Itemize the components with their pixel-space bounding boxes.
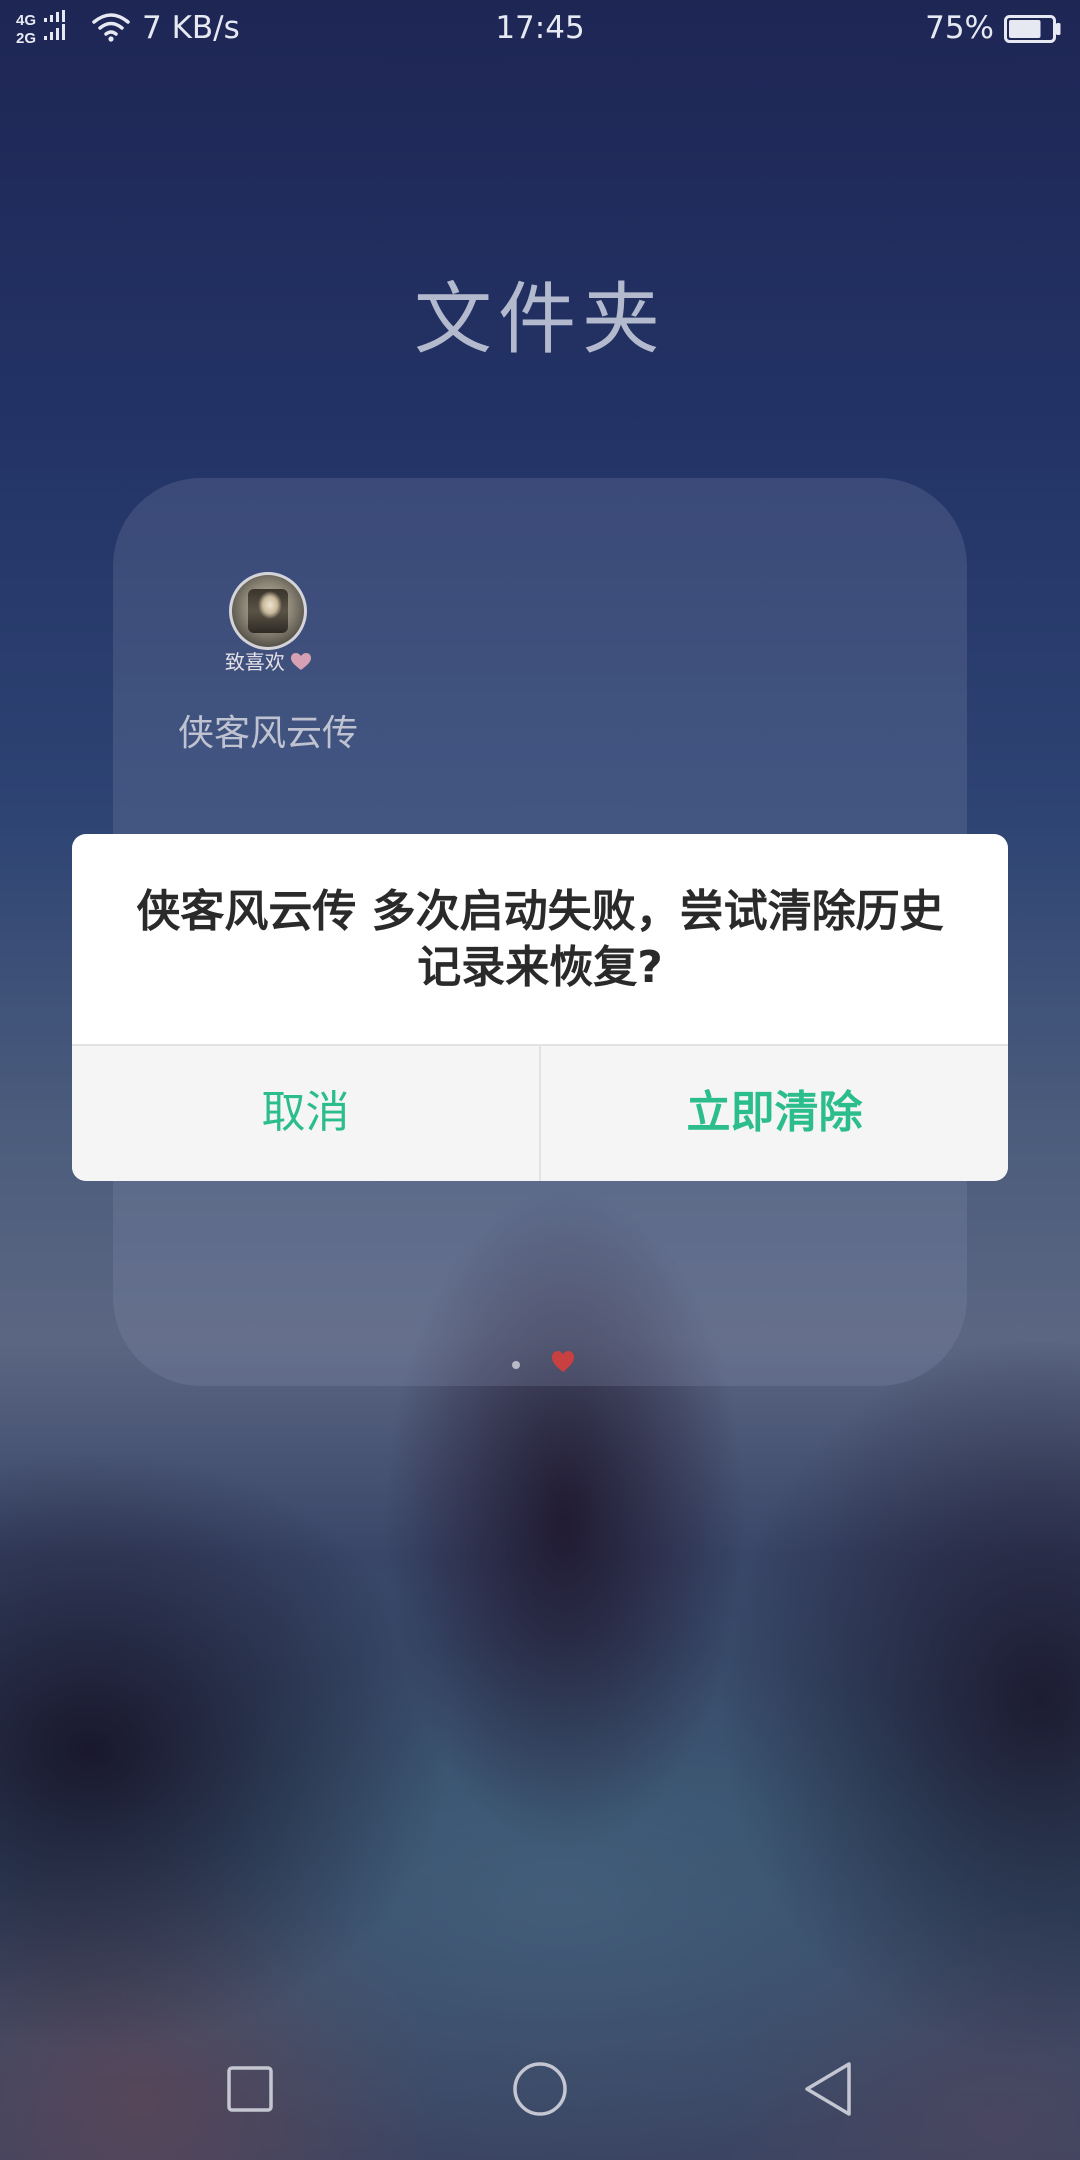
page-indicator-dot — [512, 1361, 520, 1369]
home-circle-icon[interactable] — [505, 2054, 575, 2124]
cancel-button[interactable]: 取消 — [72, 1046, 539, 1181]
app-label[interactable]: 侠客风云传 — [143, 710, 393, 758]
page-indicator-heart-icon — [552, 1351, 574, 1372]
dialog-actions: 取消 立即清除 — [72, 1044, 1008, 1181]
battery-percent: 75% — [925, 10, 994, 46]
app-icon-caption: 致喜欢 — [213, 648, 323, 676]
battery-icon — [1004, 15, 1061, 43]
heart-icon — [291, 653, 312, 670]
app-icon-artwork — [248, 589, 288, 633]
screen: 4G 2G 7 KB/s 17:45 75% 文件夹 致喜欢 侠客风云传 侠客风… — [0, 0, 1080, 2160]
status-bar: 4G 2G 7 KB/s 17:45 75% — [0, 0, 1080, 56]
back-triangle-icon[interactable] — [795, 2054, 865, 2124]
clear-history-dialog: 侠客风云传 多次启动失败，尝试清除历史记录来恢复? 取消 立即清除 — [72, 834, 1008, 1181]
status-clock: 17:45 — [495, 10, 585, 46]
app-icon-caption-text: 致喜欢 — [224, 650, 285, 674]
clear-now-button[interactable]: 立即清除 — [541, 1046, 1008, 1181]
app-icon[interactable] — [229, 572, 307, 650]
dialog-message: 侠客风云传 多次启动失败，尝试清除历史记录来恢复? — [136, 886, 944, 993]
recents-square-icon[interactable] — [214, 2054, 284, 2124]
folder-title: 文件夹 — [413, 275, 666, 365]
